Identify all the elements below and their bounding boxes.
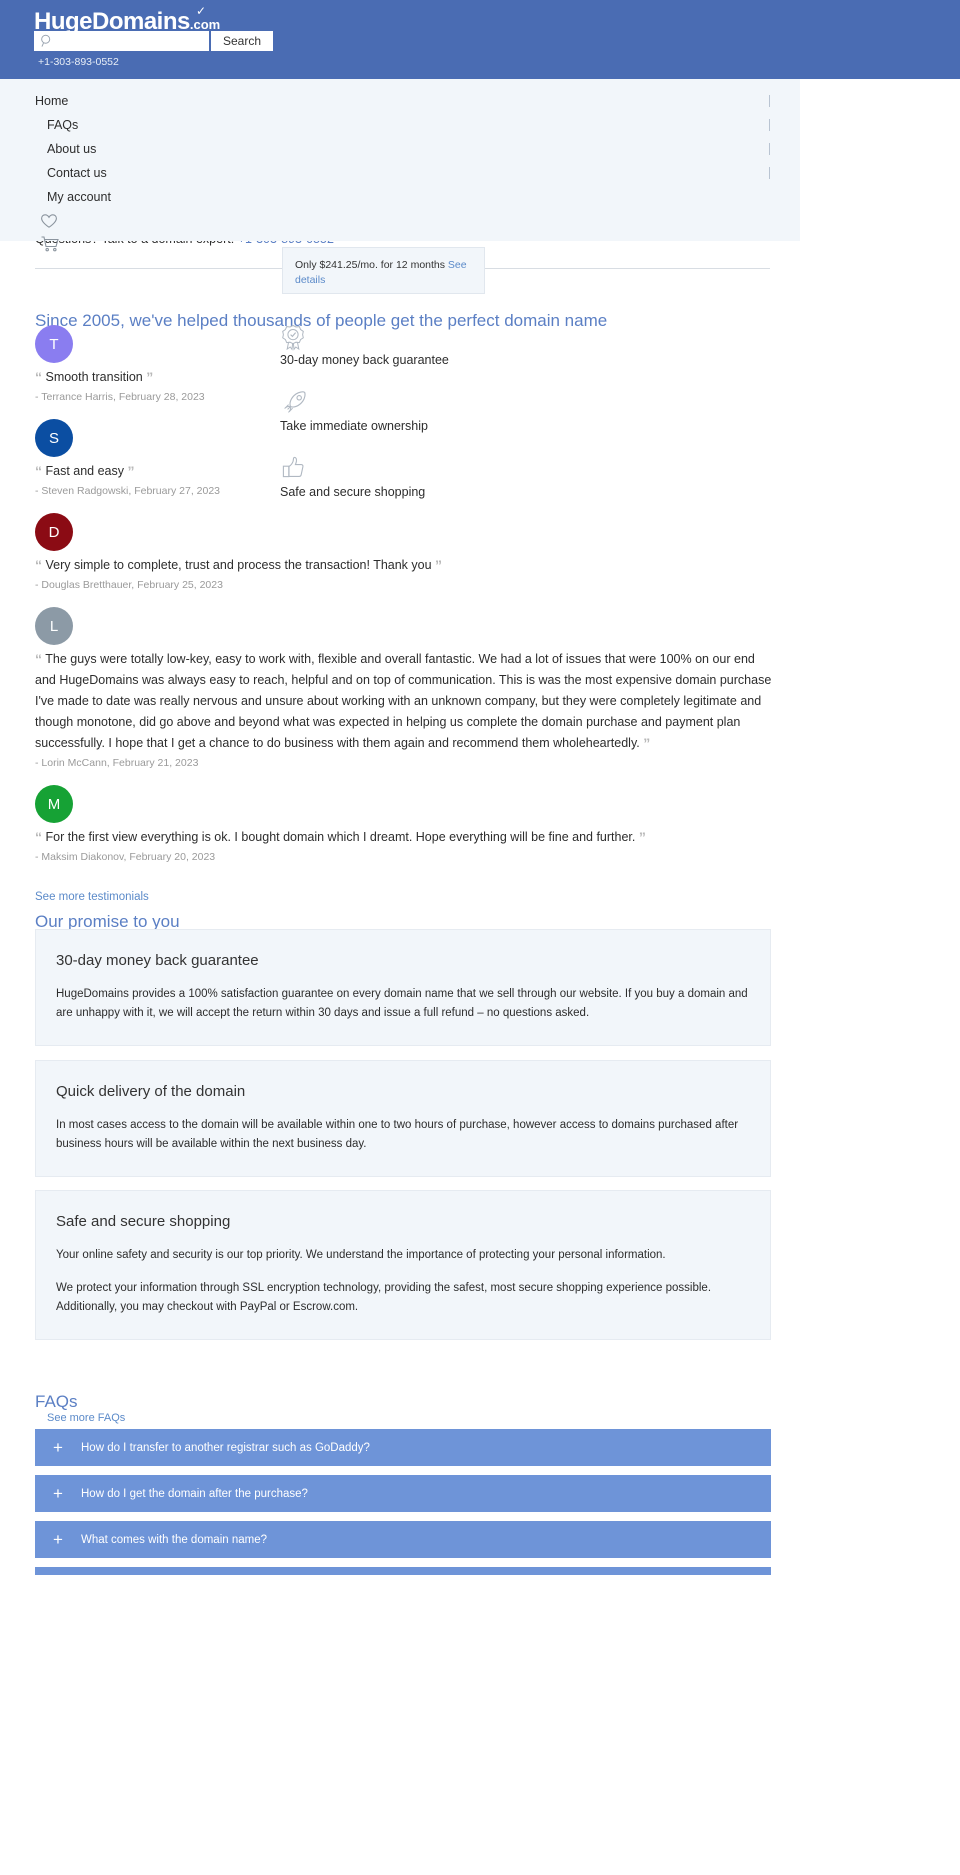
badge-check-icon (280, 323, 510, 351)
promise-card-title: 30-day money back guarantee (56, 952, 259, 969)
plus-icon: + (53, 1483, 63, 1503)
faq-question: How do I get the domain after the purcha… (81, 1487, 308, 1500)
nav-item-faqs[interactable]: FAQs (0, 113, 800, 137)
faq-heading: FAQs (35, 1392, 78, 1412)
testimonial-author: - Lorin McCann, February 21, 2023 (35, 757, 199, 769)
nav-item-label: Contact us (47, 166, 107, 180)
quote-open-icon: “ (35, 829, 42, 845)
nav-item-home[interactable]: Home (0, 89, 800, 113)
testimonial-item: D “ Very simple to complete, trust and p… (35, 513, 775, 591)
avatar-initial: L (49, 617, 59, 635)
thumbs-up-icon (280, 455, 510, 483)
rocket-icon (280, 389, 510, 417)
plus-icon: + (53, 1529, 63, 1549)
promise-card-text: HugeDomains provides a 100% satisfaction… (56, 988, 748, 1019)
promise-card: 30-day money back guarantee HugeDomains … (35, 929, 771, 1046)
quote-open-icon: “ (35, 463, 42, 479)
nav-item-my-account[interactable]: My account (0, 185, 800, 209)
see-more-testimonials-link[interactable]: See more testimonials (35, 891, 149, 903)
promise-card-title: Quick delivery of the domain (56, 1083, 246, 1100)
testimonial-text: Very simple to complete, trust and proce… (45, 558, 432, 572)
cart-icon (41, 236, 59, 252)
testimonial-item: L “ The guys were totally low-key, easy … (35, 607, 775, 769)
avatar: D (35, 513, 73, 551)
faq-accordion-item[interactable]: + What comes with the domain name? (35, 1521, 771, 1558)
avatar: S (35, 419, 73, 457)
nav-divider (769, 95, 770, 107)
avatar: T (35, 325, 73, 363)
nav-item-about-us[interactable]: About us (0, 137, 800, 161)
faq-accordion-item[interactable]: + How do I get the domain after the purc… (35, 1475, 771, 1512)
plus-icon: + (53, 1437, 63, 1457)
quote-open-icon: “ (35, 369, 42, 385)
price-tooltip-text: Only $241.25/mo. for 12 months (295, 259, 445, 271)
faq-question: How do I transfer to another registrar s… (81, 1441, 370, 1454)
testimonial-text: For the first view everything is ok. I b… (45, 830, 636, 844)
quote-open-icon: “ (35, 651, 42, 667)
heart-icon (41, 214, 57, 228)
quote-close-icon: ” (643, 735, 651, 751)
promise-card-title: Safe and secure shopping (56, 1213, 231, 1230)
testimonial-text: Fast and easy (45, 464, 124, 478)
header-phone[interactable]: +1-303-893-0552 (38, 56, 119, 68)
price-tooltip: Only $241.25/mo. for 12 months See detai… (282, 247, 485, 294)
promise-card-text: Your online safety and security is our t… (56, 1249, 666, 1261)
feature-item: 30-day money back guarantee (280, 323, 510, 367)
avatar: L (35, 607, 73, 645)
search-button[interactable]: Search (211, 31, 273, 51)
testimonial-text: Smooth transition (45, 370, 143, 384)
faq-accordion-item[interactable]: + How do I transfer to another registrar… (35, 1429, 771, 1466)
nav-item-contact-us[interactable]: Contact us (0, 161, 800, 185)
nav-divider (769, 167, 770, 179)
promise-card-text: We protect your information through SSL … (56, 1282, 712, 1313)
nav-divider (769, 119, 770, 131)
nav-item-label: About us (47, 142, 97, 156)
avatar-initial: D (48, 523, 60, 541)
feature-label: Take immediate ownership (280, 419, 428, 433)
testimonial-quote: “ Very simple to complete, trust and pro… (35, 555, 775, 576)
promise-card-text: In most cases access to the domain will … (56, 1119, 739, 1150)
search-bar: Search (34, 31, 273, 51)
nav-dropdown-panel: Home FAQs About us Contact us My account (0, 79, 800, 252)
faq-accordion-item-partial[interactable] (35, 1567, 771, 1575)
testimonial-quote: “ The guys were totally low-key, easy to… (35, 649, 775, 754)
nav-item-label: Home (35, 94, 69, 108)
feature-item: Safe and secure shopping (280, 455, 510, 499)
faq-question: What comes with the domain name? (81, 1533, 268, 1546)
site-header: HugeDomains.com ✓ Search +1-303-893-0552 (0, 0, 960, 79)
testimonial-quote: “ For the first view everything is ok. I… (35, 827, 775, 848)
feature-list: 30-day money back guarantee Take immedia… (280, 323, 510, 521)
wishlist-button[interactable] (40, 213, 800, 235)
logo-suffix: .com (189, 17, 221, 32)
logo-check-icon: ✓ (196, 4, 206, 18)
quote-close-icon: ” (127, 463, 135, 479)
nav-item-label: FAQs (47, 118, 79, 132)
promise-card: Safe and secure shopping Your online saf… (35, 1190, 771, 1340)
testimonial-text: The guys were totally low-key, easy to w… (35, 652, 772, 750)
avatar-initial: M (47, 795, 61, 813)
quote-close-icon: ” (435, 557, 443, 573)
quote-close-icon: ” (146, 369, 154, 385)
quote-close-icon: ” (638, 829, 646, 845)
testimonial-author: - Douglas Bretthauer, February 25, 2023 (35, 579, 223, 591)
nav-item-label: My account (47, 190, 111, 204)
avatar: M (35, 785, 73, 823)
see-more-faqs-link[interactable]: See more FAQs (47, 1412, 125, 1424)
testimonial-item: M “ For the first view everything is ok.… (35, 785, 775, 863)
feature-label: 30-day money back guarantee (280, 353, 449, 367)
quote-open-icon: “ (35, 557, 42, 573)
testimonial-author: - Maksim Diakonov, February 20, 2023 (35, 851, 216, 863)
feature-item: Take immediate ownership (280, 389, 510, 433)
avatar-initial: T (49, 335, 59, 353)
avatar-initial: S (48, 429, 59, 447)
feature-label: Safe and secure shopping (280, 485, 426, 499)
search-input[interactable] (34, 31, 209, 51)
promise-card: Quick delivery of the domain In most cas… (35, 1060, 771, 1177)
nav-divider (769, 143, 770, 155)
